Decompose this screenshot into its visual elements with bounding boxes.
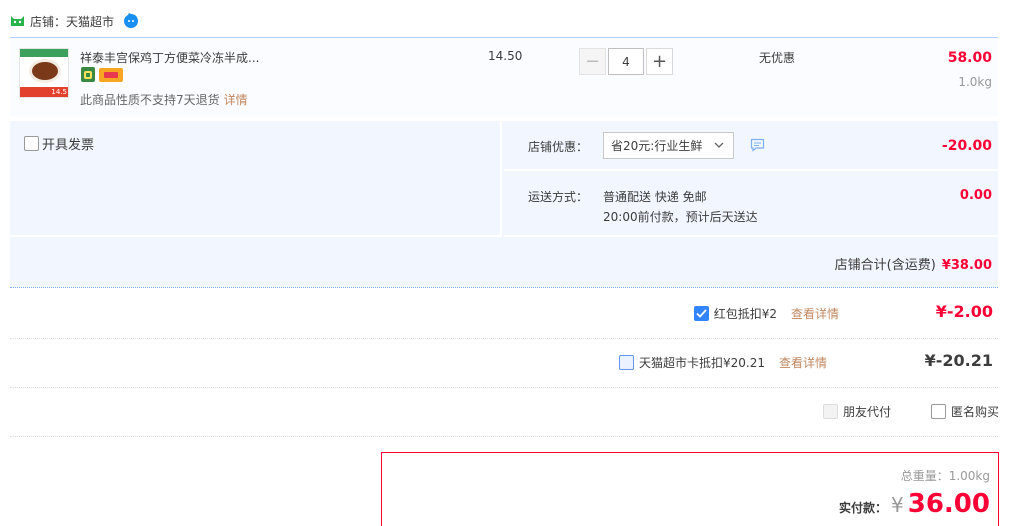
shop-discount-amount: -20.00 — [941, 138, 992, 154]
quantity-input[interactable]: 4 — [608, 48, 644, 75]
invoice-label: 开具发票 — [42, 138, 95, 153]
shop-total-label: 店铺合计(含运费) — [834, 258, 936, 273]
shipping-fee: 0.00 — [959, 188, 992, 203]
item-weight: 1.0kg — [958, 75, 992, 89]
order-item-row: 14.5 祥泰丰宫保鸡丁方便菜冷冻半成... 此商品性质不支持7天退货 详情 14… — [10, 37, 998, 116]
chevron-down-icon — [714, 142, 724, 148]
invoice-panel: 开具发票 — [10, 121, 502, 237]
shipping-method: 普通配送 快递 免邮 — [603, 190, 707, 204]
shop-discount-selected-value: 省20元:行业生鲜 — [611, 139, 703, 153]
product-title[interactable]: 祥泰丰宫保鸡丁方便菜冷冻半成... — [80, 49, 259, 66]
shop-total: 店铺合计(含运费) ¥38.00 — [835, 254, 992, 273]
currency-symbol: ¥ — [891, 493, 904, 517]
card-badge-icon — [99, 68, 123, 82]
friend-pay-option: 朋友代付 — [823, 403, 891, 420]
redpacket-deduction: 红包抵扣¥2 查看详情 — [693, 305, 839, 322]
paid-amount: 36.00 — [907, 489, 990, 519]
divider — [10, 436, 998, 437]
invoice-checkbox-box[interactable] — [24, 136, 39, 151]
tmall-card-checkbox[interactable] — [618, 355, 634, 370]
item-subtotal: 58.00 — [947, 50, 992, 66]
return-policy-text: 此商品性质不支持7天退货 — [80, 93, 220, 107]
shop-discount-row: 店铺优惠： 省20元:行业生鲜 -20.00 — [504, 121, 998, 171]
quantity-increase-button[interactable]: + — [646, 48, 673, 75]
return-policy-detail-link[interactable]: 详情 — [224, 93, 248, 107]
friend-pay-label: 朋友代付 — [843, 405, 892, 419]
paid-amount-row: 实付款： ¥ 36.00 — [839, 489, 990, 519]
anonymous-purchase-label: 匿名购买 — [951, 405, 1000, 419]
product-thumbnail[interactable]: 14.5 — [19, 48, 69, 98]
order-options: 开具发票 店铺优惠： 省20元:行业生鲜 -20.00 运送方式： 普通配送 快… — [10, 121, 998, 288]
tmall-card-detail-link[interactable]: 查看详情 — [779, 354, 827, 371]
tmall-card-amount: ¥-20.21 — [924, 351, 993, 370]
thumbnail-price: 14.5 — [51, 88, 67, 96]
redpacket-label: 红包抵扣¥2 — [713, 307, 777, 321]
payment-summary: 总重量：1.00kg 实付款： ¥ 36.00 — [381, 452, 999, 526]
tmall-cat-icon — [11, 16, 24, 26]
invoice-checkbox[interactable]: 开具发票 — [24, 134, 94, 153]
shop-discount-label: 店铺优惠： — [528, 140, 589, 154]
shop-name[interactable]: 店铺：天猫超市 — [30, 13, 114, 30]
shop-header: 店铺：天猫超市 — [10, 12, 139, 30]
divider — [10, 387, 998, 388]
quantity-decrease-button[interactable]: − — [579, 48, 606, 75]
total-weight: 总重量：1.00kg — [900, 469, 990, 483]
shipping-eta: 20:00前付款，预计后天送达 — [603, 210, 758, 224]
checkmark-icon — [696, 309, 707, 318]
shop-total-value: ¥38.00 — [941, 258, 992, 273]
shipping-label: 运送方式： — [528, 190, 589, 204]
redpacket-detail-link[interactable]: 查看详情 — [791, 305, 839, 322]
unit-price: 14.50 — [488, 49, 523, 63]
tmall-card-label: 天猫超市卡抵扣¥20.21 — [638, 356, 765, 370]
anonymous-purchase-option: 匿名购买 — [931, 403, 999, 420]
item-promotion: 无优惠 — [759, 51, 796, 65]
friend-pay-checkbox[interactable] — [823, 404, 838, 419]
quantity-stepper: − 4 + — [579, 48, 673, 75]
redpacket-amount: ¥-2.00 — [935, 302, 993, 321]
redpacket-checkbox[interactable] — [693, 306, 709, 321]
shop-discount-select[interactable]: 省20元:行业生鲜 — [603, 132, 734, 159]
divider — [10, 338, 998, 339]
shipping-row: 运送方式： 普通配送 快递 免邮 20:00前付款，预计后天送达 0.00 — [504, 171, 998, 237]
tmall-card-deduction: 天猫超市卡抵扣¥20.21 查看详情 — [618, 354, 827, 371]
anonymous-purchase-checkbox[interactable] — [931, 404, 946, 419]
return-policy-note: 此商品性质不支持7天退货 详情 — [80, 91, 248, 108]
service-badge-icon — [81, 67, 95, 82]
message-icon[interactable] — [750, 138, 765, 152]
wangwang-chat-icon[interactable] — [123, 13, 139, 29]
paid-label: 实付款： — [839, 501, 888, 515]
